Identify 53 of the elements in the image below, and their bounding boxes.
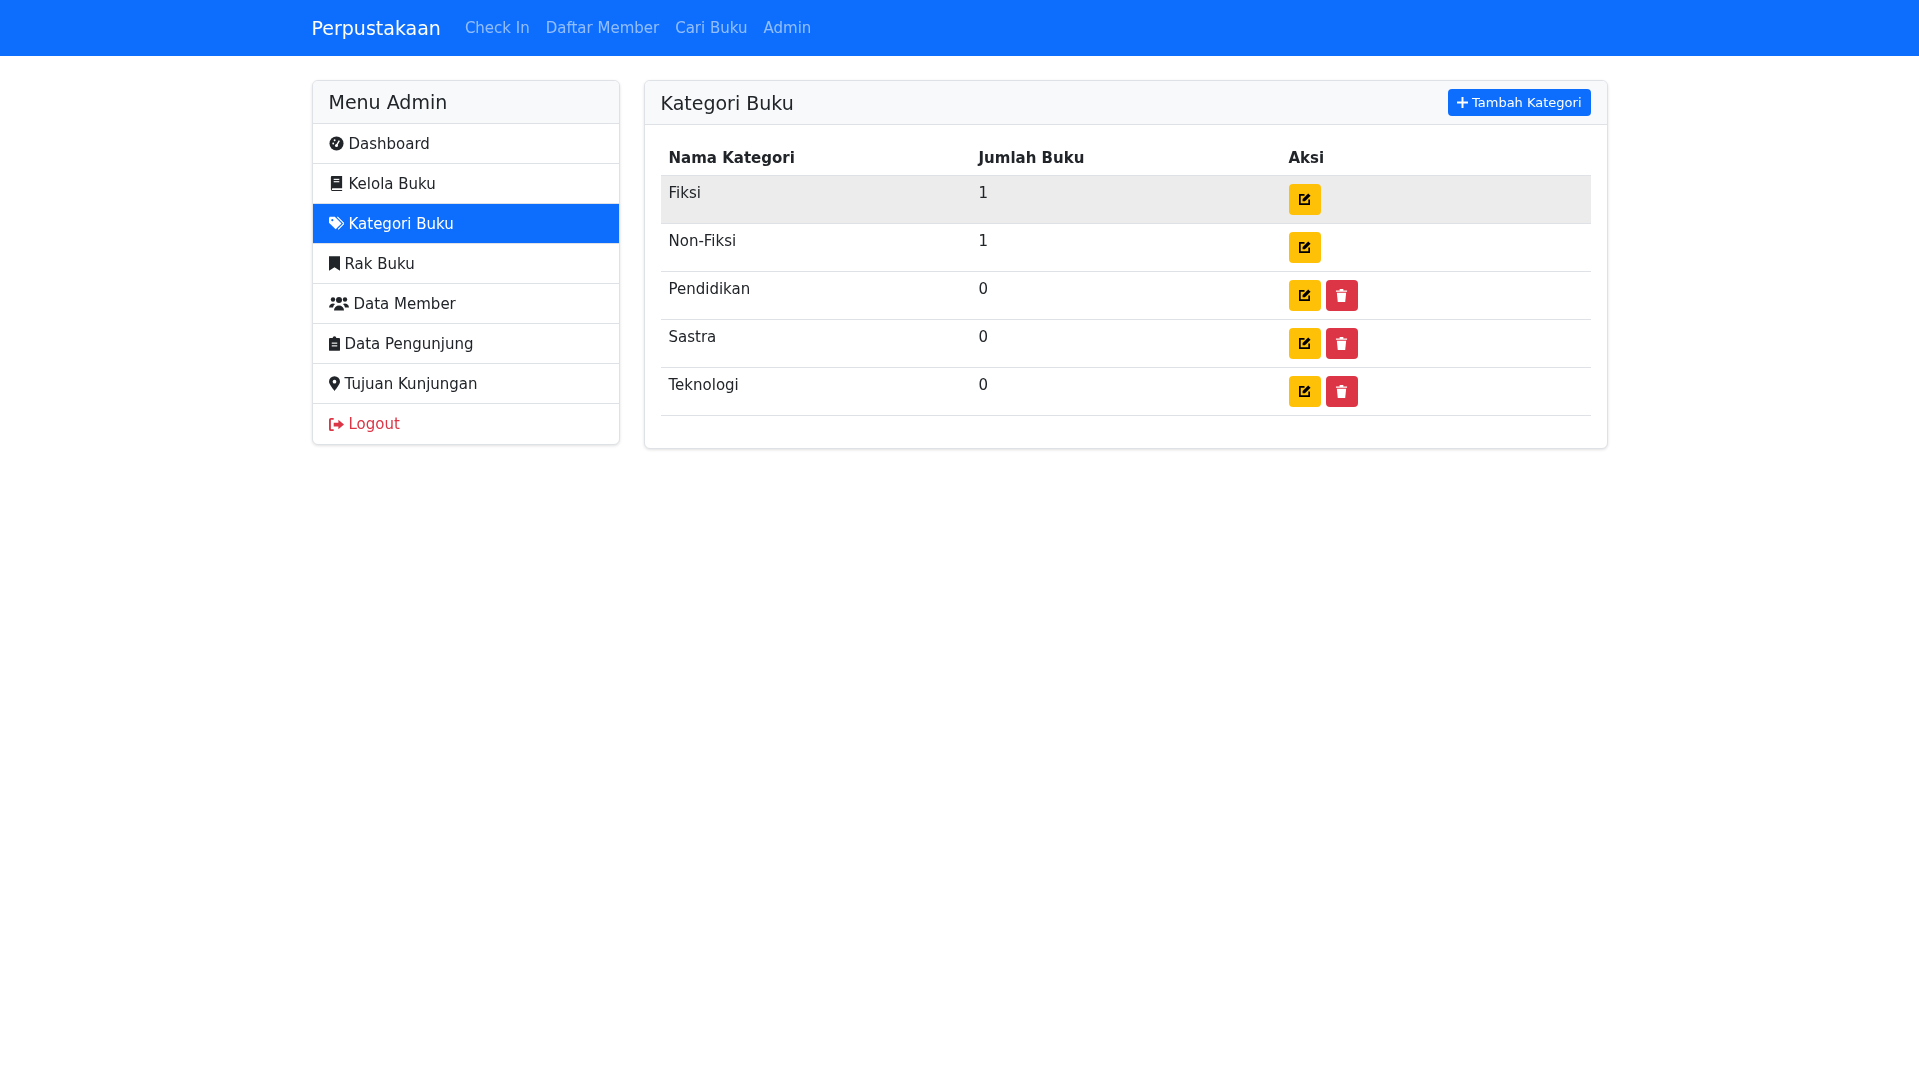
column-header: Jumlah Buku — [970, 141, 1281, 176]
nav-link[interactable]: Daftar Member — [545, 19, 660, 37]
bookmark-icon — [328, 256, 340, 271]
sidebar-title: Menu Admin — [328, 91, 448, 113]
logout-icon — [328, 416, 344, 432]
trash-icon — [1335, 289, 1348, 302]
edit-button[interactable] — [1288, 328, 1321, 359]
delete-button[interactable] — [1325, 376, 1358, 407]
tags-icon — [328, 216, 344, 231]
edit-button[interactable] — [1288, 232, 1321, 263]
sidebar-item[interactable]: Data Pengunjung — [312, 324, 619, 364]
table-cell: 0 — [970, 271, 1281, 320]
sidebar-item[interactable]: Kategori Buku — [312, 204, 619, 244]
delete-button[interactable] — [1325, 328, 1358, 359]
plus-icon — [1456, 97, 1468, 108]
edit-icon — [1298, 337, 1311, 350]
brand-link[interactable]: Perpustakaan — [311, 17, 441, 39]
delete-button[interactable] — [1325, 280, 1358, 311]
gauge-icon — [328, 136, 344, 151]
book-icon — [328, 176, 344, 191]
sidebar-item[interactable]: Logout — [312, 404, 619, 444]
edit-button[interactable] — [1288, 280, 1321, 311]
edit-icon — [1298, 289, 1311, 302]
edit-icon — [1298, 241, 1311, 254]
table-cell: 1 — [970, 223, 1281, 272]
edit-button[interactable] — [1288, 184, 1321, 215]
sidebar-item[interactable]: Tujuan Kunjungan — [312, 364, 619, 404]
table-cell: Fiksi — [660, 175, 971, 224]
edit-icon — [1298, 385, 1311, 398]
edit-icon — [1298, 193, 1311, 206]
table-cell: 0 — [970, 367, 1281, 416]
table-cell: Pendidikan — [660, 271, 971, 320]
add-category-button[interactable]: Tambah Kategori — [1447, 89, 1591, 116]
sidebar-item[interactable]: Rak Buku — [312, 244, 619, 284]
table-cell: Non-Fiksi — [660, 223, 971, 272]
column-header: Nama Kategori — [660, 141, 971, 176]
clipboard-icon — [328, 336, 340, 351]
sidebar-item[interactable]: Data Member — [312, 284, 619, 324]
location-pin-icon — [328, 376, 340, 391]
nav-link[interactable]: Cari Buku — [675, 19, 748, 37]
table-cell: 0 — [970, 319, 1281, 368]
table-cell: Sastra — [660, 319, 971, 368]
nav-link[interactable]: Admin — [763, 19, 812, 37]
table-cell: Teknologi — [660, 367, 971, 416]
edit-button[interactable] — [1288, 376, 1321, 407]
nav-link[interactable]: Check In — [464, 19, 530, 37]
users-icon — [328, 296, 349, 311]
sidebar-item[interactable]: Dashboard — [312, 124, 619, 164]
table-cell: 1 — [970, 175, 1281, 224]
column-header: Aksi — [1280, 141, 1591, 176]
trash-icon — [1335, 337, 1348, 350]
trash-icon — [1335, 385, 1348, 398]
card-title: Kategori Buku — [660, 91, 794, 114]
